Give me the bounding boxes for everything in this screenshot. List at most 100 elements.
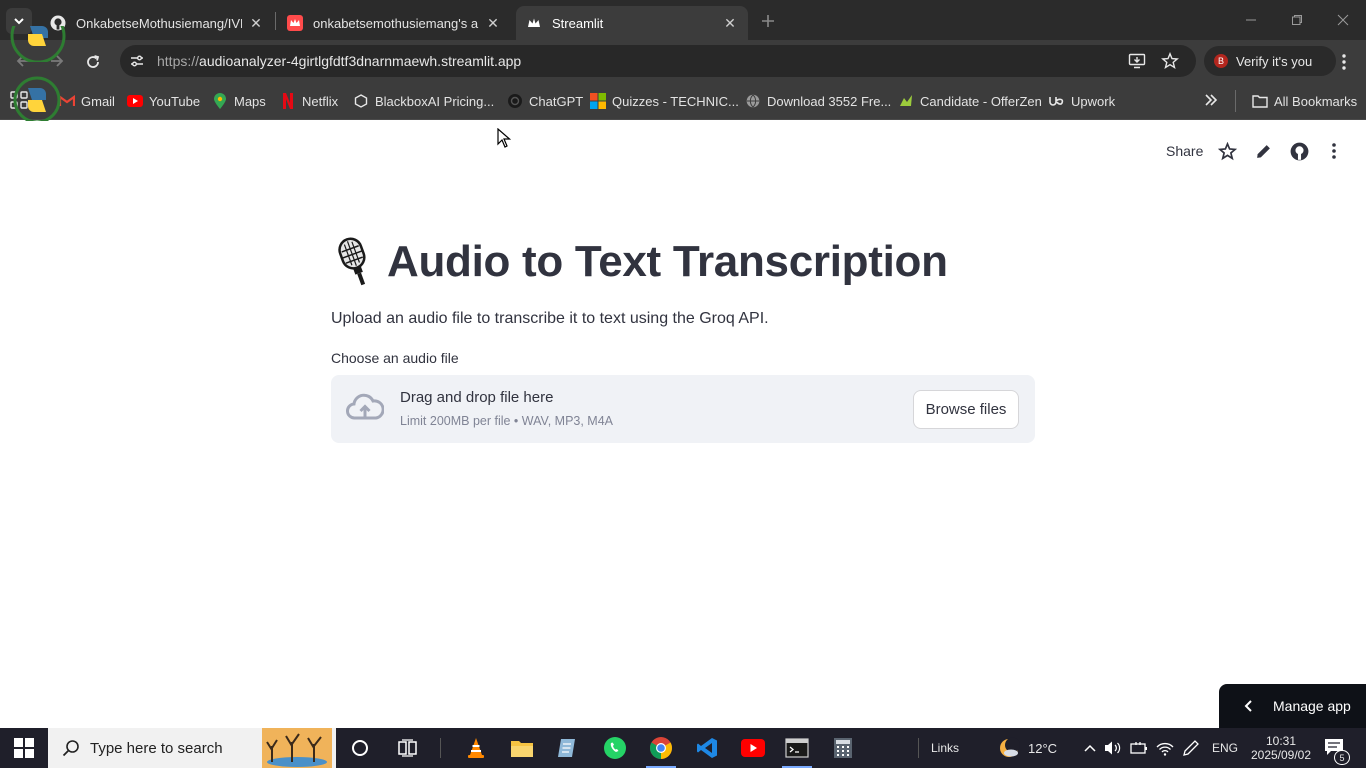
github-icon — [1290, 142, 1309, 160]
task-view-icon — [398, 739, 417, 757]
python-logo-icon — [13, 76, 61, 124]
chrome-icon — [650, 737, 672, 759]
clock-time: 10:31 — [1265, 734, 1297, 748]
reload-icon — [87, 55, 100, 68]
notification-center[interactable]: 5 — [1324, 728, 1350, 768]
bookmark-gmail[interactable]: Gmail — [59, 91, 115, 111]
calculator-app[interactable] — [831, 736, 855, 760]
bookmark-download[interactable]: Download 3552 Fre... — [745, 91, 891, 111]
bookmark-label: YouTube — [149, 93, 201, 109]
bookmark-maps[interactable]: Maps — [212, 91, 266, 111]
install-app-icon[interactable] — [1128, 52, 1146, 70]
close-icon[interactable]: ✕ — [722, 15, 738, 31]
share-button[interactable]: Share — [1166, 141, 1203, 161]
tab-streamlit-apps[interactable]: onkabetsemothusiemang's apps ✕ — [277, 6, 511, 40]
chrome-app[interactable] — [649, 736, 673, 760]
tab-title: Streamlit — [552, 15, 604, 31]
bookmark-chatgpt[interactable]: ChatGPT — [507, 91, 583, 111]
start-button[interactable] — [12, 736, 36, 760]
system-clock[interactable]: 10:31 2025/09/02 — [1250, 728, 1312, 768]
temperature-label: 12°C — [1028, 740, 1058, 756]
close-window-button[interactable] — [1328, 8, 1358, 32]
site-info-icon[interactable] — [129, 53, 145, 69]
minimize-button[interactable] — [1236, 8, 1266, 32]
python-logo-overlay — [10, 26, 66, 62]
browser-menu-button[interactable] — [1336, 53, 1352, 71]
chatgpt-icon — [507, 93, 523, 109]
chevron-double-right-icon — [1205, 94, 1218, 106]
manage-app-label: Manage app — [1273, 698, 1351, 714]
more-bookmarks-button[interactable] — [1204, 93, 1218, 107]
weather-widget[interactable]: 12°C — [998, 728, 1057, 768]
windows-taskbar: Type here to search Links 12°C ENG 10:31… — [0, 728, 1366, 768]
whatsapp-app[interactable] — [603, 736, 627, 760]
close-icon[interactable]: ✕ — [248, 15, 264, 31]
new-tab-button[interactable] — [754, 8, 782, 34]
drop-instructions: Drag and drop file here — [400, 389, 554, 406]
tab-github[interactable]: OnkabetseMothusiemang/IVLE ✕ — [40, 6, 274, 40]
bookmark-blackbox[interactable]: BlackboxAI Pricing... — [353, 91, 494, 111]
minimize-icon — [1246, 19, 1256, 21]
vlc-app[interactable] — [464, 736, 488, 760]
verify-profile-button[interactable]: B Verify it's you — [1204, 46, 1336, 76]
links-toolbar[interactable]: Links — [931, 728, 959, 768]
bookmark-quizzes[interactable]: Quizzes - TECHNIC... — [590, 91, 739, 111]
file-explorer-app[interactable] — [510, 736, 534, 760]
notification-count: 5 — [1334, 750, 1350, 765]
cursor-arrow-icon — [497, 128, 511, 148]
file-dropzone[interactable]: Drag and drop file here Limit 200MB per … — [331, 375, 1035, 443]
browse-files-button[interactable]: Browse files — [913, 390, 1019, 429]
youtube-icon — [741, 739, 765, 757]
wifi-button[interactable] — [1156, 728, 1174, 768]
pencil-icon — [1257, 144, 1270, 158]
star-icon — [1218, 141, 1237, 160]
search-highlight-image — [262, 728, 332, 768]
reload-button[interactable] — [84, 53, 102, 71]
upwork-icon — [1049, 93, 1065, 109]
volume-button[interactable] — [1104, 728, 1122, 768]
language-label: ENG — [1212, 741, 1239, 755]
taskbar-divider — [440, 738, 441, 758]
taskbar-search-box[interactable]: Type here to search — [48, 728, 336, 768]
pen-workspace-button[interactable] — [1182, 728, 1200, 768]
task-view-button[interactable] — [396, 736, 420, 760]
cortana-button[interactable] — [348, 736, 372, 760]
bookmarks-divider — [1235, 90, 1236, 112]
app-menu-button[interactable] — [1326, 141, 1342, 161]
bookmark-youtube[interactable]: YouTube — [127, 91, 200, 111]
terminal-app[interactable] — [785, 736, 809, 760]
pen-icon — [1183, 740, 1199, 756]
vscode-app[interactable] — [695, 736, 719, 760]
tab-title: OnkabetseMothusiemang/IVLE — [76, 15, 242, 31]
tab-streamlit-active[interactable]: Streamlit ✕ — [516, 6, 748, 40]
bookmark-netflix[interactable]: Netflix — [280, 91, 338, 111]
github-repo-button[interactable] — [1290, 141, 1309, 161]
microsoft-icon — [590, 93, 606, 109]
bookmark-label: Gmail — [81, 93, 115, 109]
calculator-icon — [834, 738, 852, 758]
manage-app-button[interactable]: Manage app — [1219, 684, 1366, 728]
notes-app[interactable] — [556, 736, 580, 760]
bookmark-label: Quizzes - TECHNIC... — [612, 93, 739, 109]
battery-indicator[interactable] — [1130, 728, 1148, 768]
restore-icon — [1292, 15, 1302, 25]
whatsapp-icon — [604, 737, 626, 759]
favorite-app-button[interactable] — [1218, 141, 1237, 161]
close-icon[interactable]: ✕ — [485, 15, 501, 31]
url-host: audioanalyzer-4girtlgfdtf3dnarnmaewh.str… — [199, 53, 522, 69]
bookmark-star-icon[interactable] — [1161, 52, 1179, 70]
python-logo-overlay-2 — [8, 76, 66, 124]
restore-button[interactable] — [1282, 8, 1312, 32]
input-language[interactable]: ENG — [1212, 728, 1238, 768]
all-bookmarks-folder[interactable]: All Bookmarks — [1252, 91, 1357, 111]
bookmark-upwork[interactable]: Upwork — [1049, 91, 1115, 111]
bookmark-offerzen[interactable]: Candidate - OfferZen — [898, 91, 1042, 111]
address-bar[interactable]: https://audioanalyzer-4girtlgfdtf3dnarnm… — [120, 45, 1196, 77]
show-hidden-icons[interactable] — [1084, 728, 1096, 768]
youtube-app[interactable] — [741, 736, 765, 760]
profile-avatar: B — [1214, 54, 1228, 68]
clock-date: 2025/09/02 — [1250, 748, 1312, 762]
bookmark-label: All Bookmarks — [1274, 93, 1358, 109]
edit-app-button[interactable] — [1255, 141, 1272, 161]
chevron-left-icon — [1244, 700, 1252, 712]
